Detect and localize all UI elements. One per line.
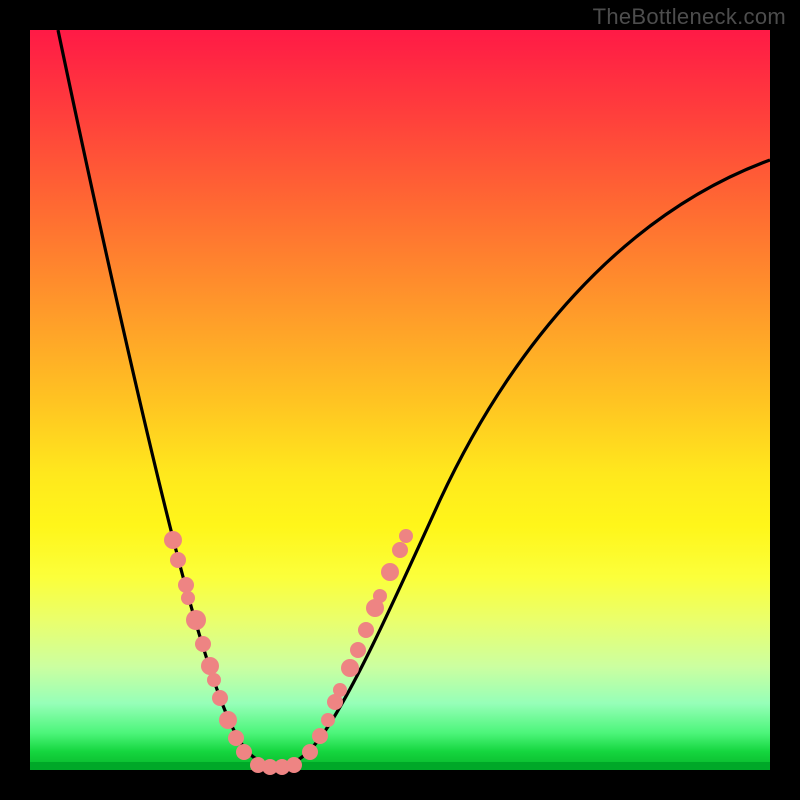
data-point xyxy=(212,690,228,706)
data-point xyxy=(236,744,252,760)
data-point xyxy=(350,642,366,658)
data-point xyxy=(195,636,211,652)
curve-path xyxy=(58,30,770,766)
data-point xyxy=(219,711,237,729)
data-point xyxy=(321,713,335,727)
data-point xyxy=(302,744,318,760)
data-point xyxy=(358,622,374,638)
data-point xyxy=(341,659,359,677)
chart-frame: TheBottleneck.com xyxy=(0,0,800,800)
data-point xyxy=(178,577,194,593)
bottleneck-curve xyxy=(58,30,770,766)
data-point xyxy=(392,542,408,558)
data-points xyxy=(164,529,413,775)
data-point xyxy=(207,673,221,687)
data-point xyxy=(181,591,195,605)
data-point xyxy=(399,529,413,543)
data-point xyxy=(164,531,182,549)
data-point xyxy=(373,589,387,603)
data-point xyxy=(312,728,328,744)
data-point xyxy=(201,657,219,675)
data-point xyxy=(186,610,206,630)
data-point xyxy=(170,552,186,568)
watermark-text: TheBottleneck.com xyxy=(593,4,786,30)
data-point xyxy=(286,757,302,773)
chart-svg xyxy=(30,30,770,770)
data-point xyxy=(228,730,244,746)
data-point xyxy=(333,683,347,697)
data-point xyxy=(381,563,399,581)
